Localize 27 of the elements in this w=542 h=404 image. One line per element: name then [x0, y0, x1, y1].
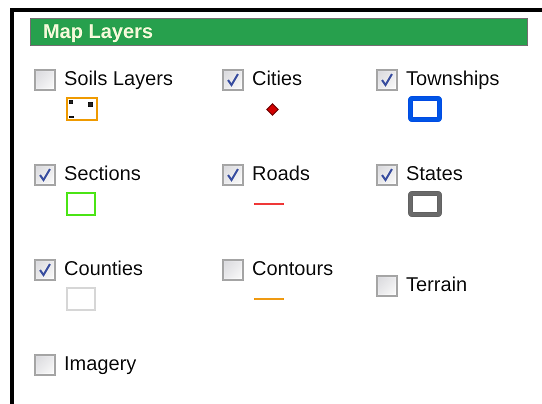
layer-label[interactable]: Cities [252, 68, 302, 91]
checkbox[interactable] [222, 258, 244, 280]
checkmark-icon [37, 166, 53, 182]
layer-label[interactable]: Contours [252, 258, 334, 281]
checkbox[interactable] [376, 164, 398, 186]
checkbox[interactable] [376, 274, 398, 296]
checkbox[interactable] [222, 68, 244, 90]
checkmark-icon [379, 166, 395, 182]
layer-label[interactable]: Imagery [64, 353, 136, 376]
checkmark-icon [379, 72, 395, 88]
layer-label[interactable]: Townships [406, 68, 500, 91]
layer-label[interactable]: Counties [64, 258, 143, 281]
checkbox[interactable] [34, 68, 56, 90]
checkbox[interactable] [34, 164, 56, 186]
layer-label[interactable]: Terrain [406, 274, 468, 297]
checkbox[interactable] [376, 68, 398, 90]
panel-header: Map Layers [30, 18, 528, 46]
checkmark-icon [225, 166, 241, 182]
layer-label[interactable]: Roads [252, 163, 310, 186]
checkbox[interactable] [34, 354, 56, 376]
layer-label[interactable]: Sections [64, 163, 141, 186]
checkbox[interactable] [34, 258, 56, 280]
checkmark-icon [225, 72, 241, 88]
layer-label[interactable]: States [406, 163, 463, 186]
checkbox[interactable] [222, 164, 244, 186]
layer-label[interactable]: Soils Layers [64, 68, 173, 91]
checkmark-icon [37, 262, 53, 278]
